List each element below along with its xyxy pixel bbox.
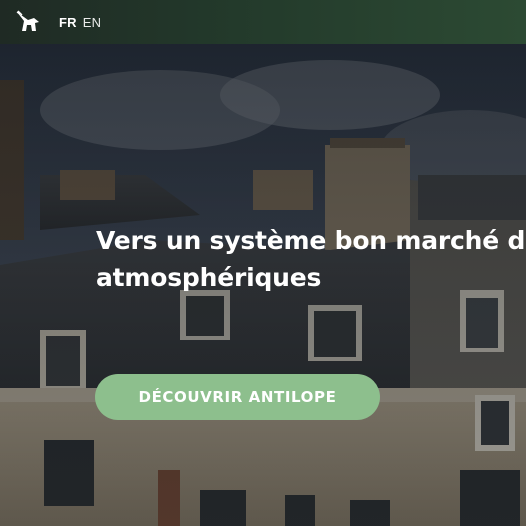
discover-antilope-button[interactable]: DÉCOUVRIR ANTILOPE [95,374,380,420]
hero-headline-line-1: Vers un système bon marché d [96,226,526,255]
language-fr-link[interactable]: FR [59,15,77,30]
antelope-logo-icon[interactable] [14,9,40,35]
hero-headline: Vers un système bon marché d atmosphériq… [96,222,526,296]
language-switcher: FR EN [59,15,101,30]
language-en-link[interactable]: EN [83,15,101,30]
hero-headline-line-2: atmosphériques [96,263,322,292]
top-navigation-bar: FR EN [0,0,526,44]
